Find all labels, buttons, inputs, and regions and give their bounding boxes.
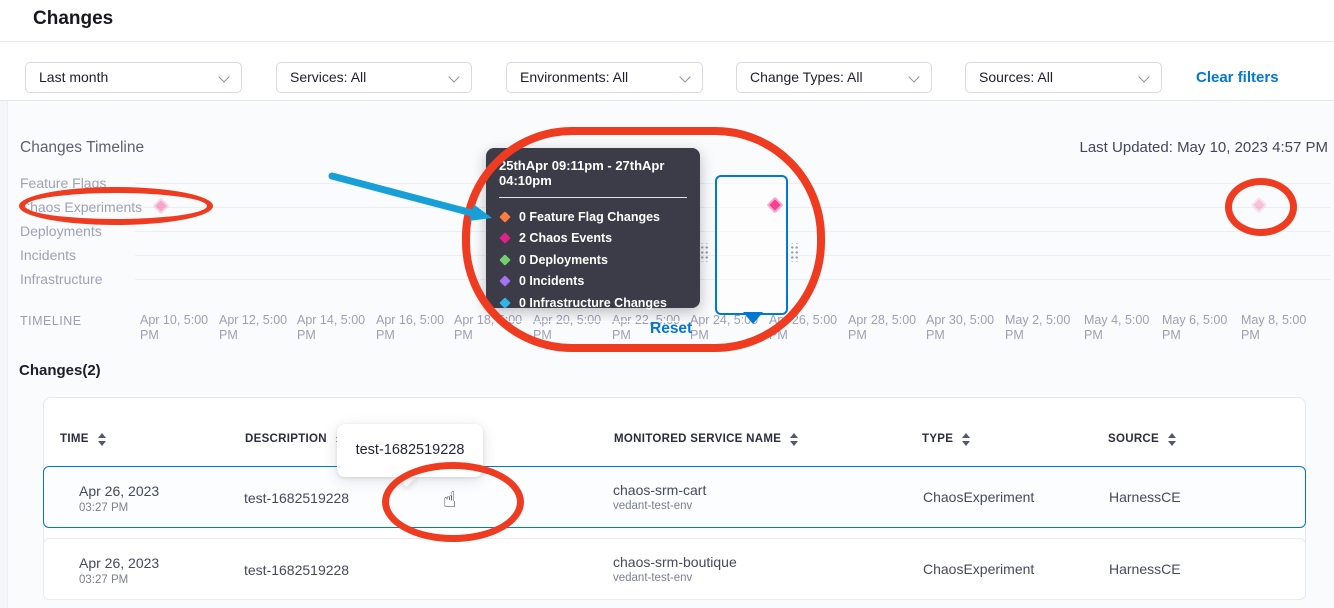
chevron-down-icon [448,71,459,82]
reset-link[interactable]: Reset [650,320,692,338]
chaos-event-diamond-icon [499,233,510,244]
drag-handle-icon[interactable] [699,243,709,262]
axis-tick: Apr 20, 5:00PM [533,313,609,343]
tooltip-item-incidents: 0 Incidents [499,271,687,293]
time-range-dropdown[interactable]: Last month [25,62,242,93]
sort-icon[interactable] [790,433,798,446]
services-value: Services: All [290,69,366,85]
axis-tick: May 4, 5:00PM [1084,313,1160,343]
axis-tick: Apr 14, 5:00PM [297,313,373,343]
row-source: HarnessCE [1109,562,1181,576]
table-row-chaos-srm-cart[interactable]: Apr 26, 2023 03:27 PM test-1682519228 ch… [43,466,1306,528]
timeline-tooltip: 25thApr 09:11pm - 27thApr 04:10pm 0 Feat… [486,148,700,308]
tooltip-item-feature-flags: 0 Feature Flag Changes [499,206,687,228]
filter-bar: Last month Services: All Environments: A… [0,42,1334,101]
row-time: 03:27 PM [79,502,128,514]
tooltip-item-infrastructure: 0 Infrastructure Changes [499,292,687,314]
tooltip-item-chaos-events: 2 Chaos Events [499,228,687,250]
axis-tick: Apr 12, 5:00PM [219,313,295,343]
tooltip-divider [499,197,687,198]
lane-label-incidents: Incidents [20,247,76,263]
change-types-dropdown[interactable]: Change Types: All [736,62,932,93]
column-header-monitored-service[interactable]: MONITORED SERVICE NAME [614,433,798,446]
table-row-chaos-srm-boutique[interactable]: Apr 26, 2023 03:27 PM test-1682519228 ch… [43,538,1306,600]
column-header-description[interactable]: DESCRIPTION [245,433,344,446]
row-environment: vedant-test-env [613,500,692,512]
column-header-source[interactable]: SOURCE [1108,433,1176,446]
description-hover-tooltip: test-1682519228 [337,424,483,477]
tooltip-time-range: 25thApr 09:11pm - 27thApr 04:10pm [499,158,687,188]
top-bar: Changes [0,0,1334,42]
chaos-event-marker[interactable] [1251,197,1268,214]
tooltip-divider [499,321,687,322]
sources-value: Sources: All [979,69,1053,85]
row-change-type: ChaosExperiment [923,490,1034,504]
row-date: Apr 26, 2023 [79,556,159,570]
clear-filters-link[interactable]: Clear filters [1196,69,1279,86]
axis-tick: Apr 18, 5:00PM [454,313,530,343]
axis-tick: Apr 16, 5:00PM [376,313,452,343]
last-updated-text: Last Updated: May 10, 2023 4:57 PM [1080,139,1329,156]
lane-label-feature-flags: Feature Flags [20,175,106,191]
axis-tick: Apr 30, 5:00PM [926,313,1002,343]
timeline-section-title: Changes Timeline [20,139,144,157]
column-header-time[interactable]: TIME [60,433,106,446]
axis-tick: May 2, 5:00PM [1005,313,1081,343]
sort-icon[interactable] [98,433,106,446]
services-dropdown[interactable]: Services: All [276,62,472,93]
axis-tick: May 8, 5:00PM [1241,313,1317,343]
axis-tick: Apr 28, 5:00PM [848,313,924,343]
tooltip-item-deployments: 0 Deployments [499,249,687,271]
chevron-down-icon [218,71,229,82]
timeline-brush-selection[interactable] [715,175,788,315]
changes-page: Changes Last month Services: All Environ… [0,0,1334,608]
sort-icon[interactable] [1168,433,1176,446]
change-types-value: Change Types: All [750,69,863,85]
infrastructure-diamond-icon [499,297,510,308]
chevron-down-icon [679,71,690,82]
chaos-event-marker[interactable] [153,198,170,215]
hand-cursor-icon: ☝ [443,488,456,513]
row-time: 03:27 PM [79,574,128,586]
sources-dropdown[interactable]: Sources: All [965,62,1162,93]
environments-dropdown[interactable]: Environments: All [506,62,703,93]
lane-label-chaos-experiments: Chaos Experiments [20,199,142,215]
chevron-down-icon [908,71,919,82]
row-source: HarnessCE [1109,490,1181,504]
row-service-name: chaos-srm-boutique [613,555,737,569]
lane-label-deployments: Deployments [20,223,102,239]
row-change-type: ChaosExperiment [923,562,1034,576]
deployment-diamond-icon [499,254,510,265]
page-title: Changes [33,8,113,30]
sort-icon[interactable] [962,433,970,446]
drag-handle-icon[interactable] [789,243,799,262]
axis-tick: Apr 10, 5:00PM [140,313,216,343]
environments-value: Environments: All [520,69,628,85]
changes-count-title: Changes(2) [19,362,101,379]
incident-diamond-icon [499,276,510,287]
feature-flag-diamond-icon [499,211,510,222]
axis-tick: May 6, 5:00PM [1162,313,1238,343]
chevron-down-icon [1138,71,1149,82]
brush-slider-triangle[interactable] [743,312,763,324]
row-description: test-1682519228 [244,563,349,577]
time-range-value: Last month [39,69,108,85]
lane-label-infrastructure: Infrastructure [20,271,102,287]
row-service-name: chaos-srm-cart [613,483,706,497]
timeline-axis-label: TIMELINE [20,314,82,328]
row-description: test-1682519228 [244,491,349,505]
row-date: Apr 26, 2023 [79,484,159,498]
row-environment: vedant-test-env [613,572,692,584]
column-header-type[interactable]: TYPE [922,433,970,446]
axis-tick: Apr 26, 5:00PM [769,313,845,343]
